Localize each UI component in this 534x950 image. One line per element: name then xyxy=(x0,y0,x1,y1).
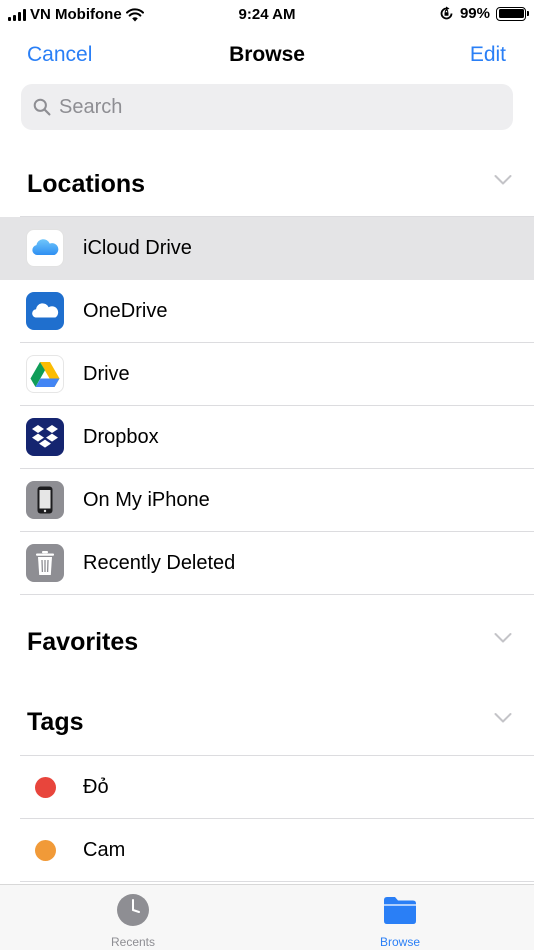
tag-color-dot xyxy=(35,777,56,798)
icloud-drive-icon xyxy=(26,229,64,267)
tab-browse[interactable]: Browse xyxy=(340,893,460,949)
navigation-bar: Cancel Browse Edit xyxy=(0,34,534,78)
location-item-on-my-iphone[interactable]: On My iPhone xyxy=(0,469,534,532)
tag-item-cam[interactable]: Cam xyxy=(0,819,534,882)
search-icon xyxy=(33,98,51,116)
iphone-icon xyxy=(26,481,64,519)
location-item-recently-deleted[interactable]: Recently Deleted xyxy=(0,532,534,595)
edit-button[interactable]: Edit xyxy=(470,43,506,67)
location-item-icloud-drive[interactable]: iCloud Drive xyxy=(0,217,534,280)
location-label: iCloud Drive xyxy=(83,237,192,259)
onedrive-icon xyxy=(26,292,64,330)
location-label: Recently Deleted xyxy=(83,552,236,574)
trash-icon xyxy=(26,544,64,582)
location-label: OneDrive xyxy=(83,300,168,322)
favorites-section-header[interactable]: Favorites xyxy=(0,618,534,668)
orientation-lock-icon xyxy=(440,6,453,20)
location-label: On My iPhone xyxy=(83,489,210,511)
chevron-down-icon[interactable] xyxy=(494,632,512,644)
location-label: Drive xyxy=(83,363,130,385)
search-input[interactable] xyxy=(59,95,479,119)
tab-recents[interactable]: Recents xyxy=(73,893,193,949)
tags-title: Tags xyxy=(27,708,84,736)
dropbox-icon xyxy=(26,418,64,456)
tab-label: Recents xyxy=(110,935,156,949)
locations-section-header[interactable]: Locations xyxy=(0,160,534,210)
tab-bar: Recents Browse xyxy=(0,884,534,950)
battery-icon xyxy=(496,6,529,21)
status-bar: VN Mobifone 9:24 AM 99% xyxy=(0,0,534,30)
status-right: 99% xyxy=(439,5,529,22)
tags-section-header[interactable]: Tags xyxy=(0,698,534,748)
location-item-drive[interactable]: Drive xyxy=(0,343,534,406)
page-title: Browse xyxy=(229,43,305,66)
tag-label: Đỏ xyxy=(83,776,109,798)
favorites-title: Favorites xyxy=(27,628,139,656)
chevron-down-icon[interactable] xyxy=(494,174,512,186)
chevron-down-icon[interactable] xyxy=(494,712,512,724)
folder-icon xyxy=(384,897,416,924)
location-item-onedrive[interactable]: OneDrive xyxy=(0,280,534,343)
clock-icon xyxy=(117,894,149,926)
tag-item-do[interactable]: Đỏ xyxy=(0,756,534,819)
location-label: Dropbox xyxy=(83,426,159,448)
google-drive-icon xyxy=(26,355,64,393)
tab-label: Browse xyxy=(379,935,420,949)
tag-label: Cam xyxy=(83,839,126,861)
locations-title: Locations xyxy=(27,170,146,198)
location-item-dropbox[interactable]: Dropbox xyxy=(0,406,534,469)
tag-color-dot xyxy=(35,840,56,861)
search-bar[interactable] xyxy=(21,84,513,130)
battery-percentage: 99% xyxy=(459,5,490,22)
